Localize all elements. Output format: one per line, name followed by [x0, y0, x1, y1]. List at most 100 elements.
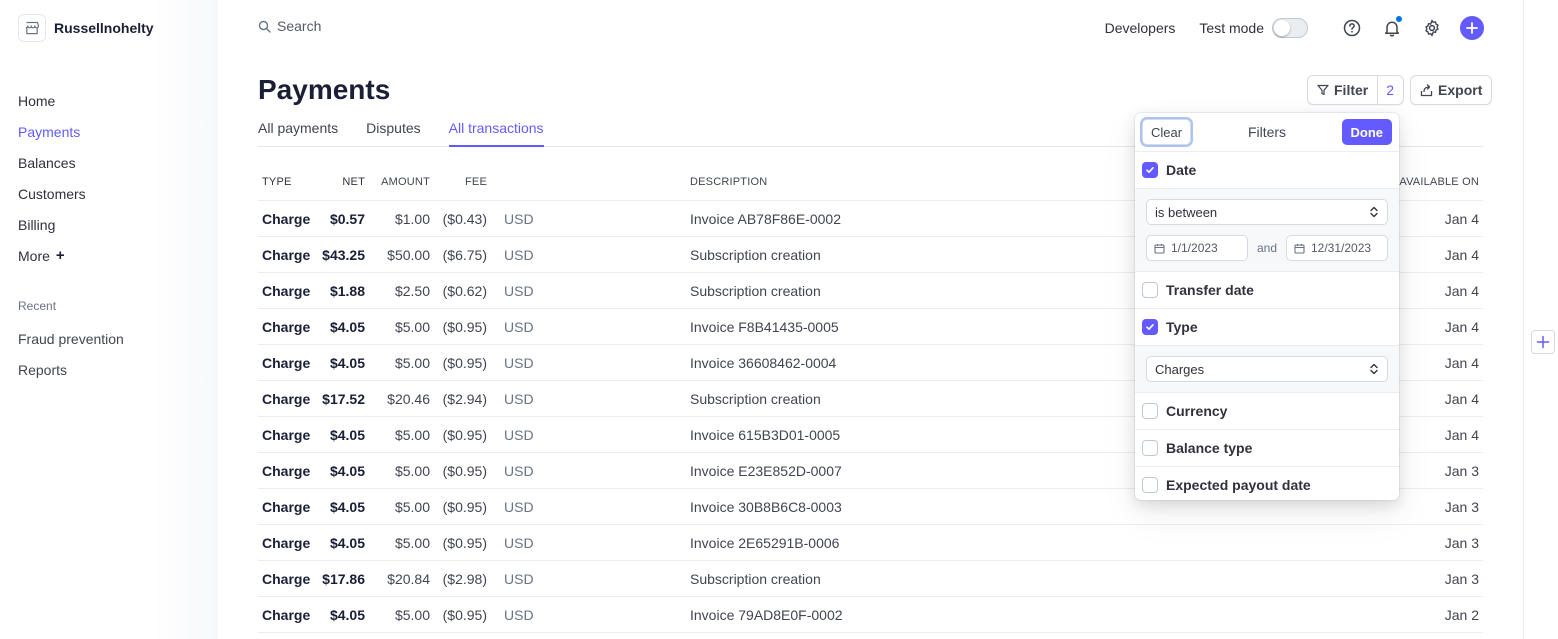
column-header-net[interactable]: NET [342, 176, 365, 188]
column-header-fee[interactable]: FEE [465, 176, 487, 188]
cell-available-on: Jan 3 [1444, 463, 1479, 479]
cell-description: Subscription creation [690, 391, 821, 407]
cell-currency: USD [504, 211, 534, 227]
developers-link[interactable]: Developers [1105, 20, 1176, 36]
type-checkbox[interactable] [1142, 319, 1158, 335]
cell-available-on: Jan 4 [1444, 319, 1479, 335]
plus-icon [1466, 22, 1478, 34]
cell-amount: $5.00 [394, 607, 430, 623]
search-input[interactable]: Search [258, 18, 321, 34]
cell-type: Charge [262, 499, 311, 515]
cell-amount: $5.00 [394, 463, 430, 479]
sidebar-item-label: Billing [18, 216, 56, 233]
filter-date-toggle[interactable]: Date [1135, 152, 1399, 188]
column-header-description[interactable]: DESCRIPTION [690, 176, 767, 188]
topbar-actions: Developers Test mode [1105, 14, 1484, 42]
sidebar-item-customers[interactable]: Customers [18, 178, 86, 209]
cell-net: $4.05 [329, 463, 365, 479]
date-operator-value: is between [1155, 204, 1218, 220]
cell-fee: ($2.98) [442, 571, 487, 587]
filter-label: Filter [1334, 82, 1369, 98]
chevron-up-down-icon [1370, 206, 1378, 218]
sidebar-item-more[interactable]: More + [18, 240, 86, 271]
page-title: Payments [258, 74, 391, 105]
right-divider [1523, 0, 1524, 639]
cell-amount: $5.00 [394, 499, 430, 515]
cell-currency: USD [504, 535, 534, 551]
filter-balance-type-toggle[interactable]: Balance type [1135, 430, 1399, 466]
filter-type-toggle[interactable]: Type [1135, 309, 1399, 345]
create-new-button[interactable] [1460, 16, 1484, 40]
help-icon[interactable] [1340, 16, 1364, 40]
notifications-bell-icon[interactable] [1380, 16, 1404, 40]
cell-amount: $5.00 [394, 535, 430, 551]
test-mode-toggle[interactable] [1272, 18, 1308, 38]
filter-currency-toggle[interactable]: Currency [1135, 393, 1399, 429]
expand-panel-button[interactable] [1531, 330, 1555, 354]
cell-description: Invoice AB78F86E-0002 [690, 211, 841, 227]
cell-net: $4.05 [329, 319, 365, 335]
currency-checkbox[interactable] [1142, 403, 1158, 419]
done-button[interactable]: Done [1341, 119, 1392, 145]
header-actions: Filter 2 Export [1307, 75, 1493, 105]
column-header-type[interactable]: TYPE [262, 176, 292, 188]
cell-fee: ($0.95) [442, 463, 487, 479]
cell-amount: $5.00 [394, 355, 430, 371]
table-row[interactable]: Charge $4.05 $5.00 ($0.95) USD Invoice 2E6529… [258, 525, 1483, 561]
cell-fee: ($0.43) [442, 211, 487, 227]
date-operator-select[interactable]: is between [1146, 199, 1388, 225]
filters-popover: Clear Filters Done Date is between 1/1/2… [1135, 113, 1399, 500]
export-label: Export [1438, 82, 1483, 98]
end-date-input[interactable]: 12/31/2023 [1286, 235, 1388, 261]
transfer-date-checkbox[interactable] [1142, 282, 1158, 298]
table-row[interactable]: Charge $17.86 $20.84 ($2.98) USD Subscription… [258, 561, 1483, 597]
plus-icon: + [55, 246, 65, 264]
cell-description: Invoice 30B8B6C8-0003 [690, 499, 842, 515]
end-date-value: 12/31/2023 [1311, 241, 1372, 255]
date-checkbox[interactable] [1142, 162, 1158, 178]
cell-amount: $1.00 [394, 211, 430, 227]
cell-fee: ($0.95) [442, 499, 487, 515]
sidebar-item-balances[interactable]: Balances [18, 147, 86, 178]
cell-net: $0.57 [329, 211, 365, 227]
table-row[interactable]: Charge $4.05 $5.00 ($0.95) USD Invoice 79AD8E… [258, 597, 1483, 633]
cell-currency: USD [504, 355, 534, 371]
sidebar-item-payments[interactable]: Payments [18, 116, 86, 147]
recent-item-reports[interactable]: Reports [18, 354, 124, 385]
sidebar-nav: Home Payments Balances Customers Billing… [18, 85, 86, 271]
cell-available-on: Jan 3 [1444, 571, 1479, 587]
filter-expected-payout-date-toggle[interactable]: Expected payout date [1135, 467, 1399, 503]
cell-currency: USD [504, 499, 534, 515]
filter-section-balance-type: Balance type [1135, 430, 1399, 467]
cell-net: $17.86 [322, 571, 365, 587]
column-header-available-on[interactable]: AVAILABLE ON [1399, 176, 1479, 188]
sidebar-item-home[interactable]: Home [18, 85, 86, 116]
expected-payout-date-checkbox[interactable] [1142, 477, 1158, 493]
sidebar-item-billing[interactable]: Billing [18, 209, 86, 240]
cell-net: $4.05 [329, 355, 365, 371]
plus-icon [1536, 335, 1550, 349]
filter-section-transfer-date: Transfer date [1135, 272, 1399, 309]
cell-type: Charge [262, 463, 311, 479]
filter-transfer-date-toggle[interactable]: Transfer date [1135, 272, 1399, 308]
column-header-amount[interactable]: AMOUNT [381, 176, 430, 188]
recent-heading: Recent [18, 299, 57, 313]
filter-button[interactable]: Filter 2 [1307, 75, 1405, 105]
gear-icon[interactable] [1420, 16, 1444, 40]
start-date-input[interactable]: 1/1/2023 [1146, 235, 1248, 261]
calendar-icon [1154, 243, 1165, 254]
filter-icon [1317, 84, 1329, 96]
date-range-and: and [1256, 241, 1278, 255]
recent-item-fraud-prevention[interactable]: Fraud prevention [18, 323, 124, 354]
tab-disputes[interactable]: Disputes [366, 113, 420, 147]
type-select[interactable]: Charges [1146, 356, 1388, 382]
cell-amount: $5.00 [394, 427, 430, 443]
cell-description: Subscription creation [690, 283, 821, 299]
export-button[interactable]: Export [1410, 75, 1493, 105]
account-switcher[interactable]: Russellnohelty [18, 14, 154, 42]
balance-type-checkbox[interactable] [1142, 440, 1158, 456]
cell-available-on: Jan 2 [1444, 607, 1479, 623]
tab-all-payments[interactable]: All payments [258, 113, 338, 147]
tab-all-transactions[interactable]: All transactions [448, 113, 544, 147]
calendar-icon [1294, 243, 1305, 254]
